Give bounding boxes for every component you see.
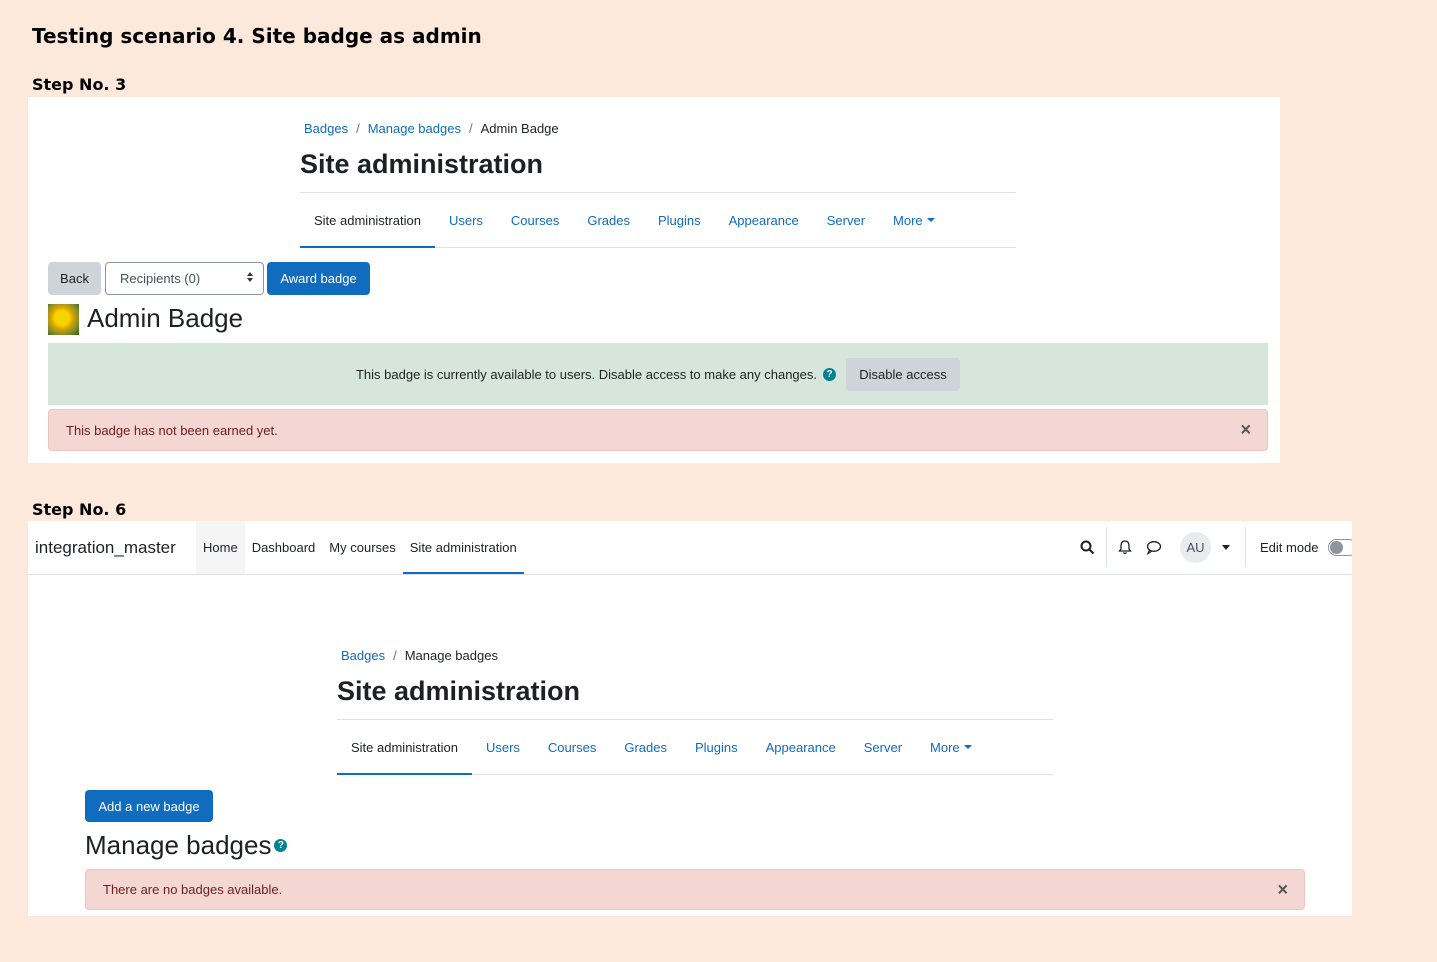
back-button[interactable]: Back (48, 262, 101, 295)
document-title: Testing scenario 4. Site badge as admin (32, 24, 482, 48)
select-arrows-icon (247, 272, 253, 282)
step-6-screenshot: integration_master Home Dashboard My cou… (28, 521, 1352, 916)
manage-badges-title: Manage badges ? (85, 830, 288, 861)
page-title: Site administration (300, 149, 544, 179)
breadcrumb-separator: / (356, 121, 360, 136)
nav-dashboard[interactable]: Dashboard (245, 521, 323, 574)
step-3-label: Step No. 3 (32, 75, 127, 94)
availability-alert: This badge is currently available to use… (48, 343, 1268, 405)
navbar-divider (1106, 527, 1107, 567)
secondary-navigation: Site administration Users Courses Grades… (337, 719, 1053, 775)
nav-home[interactable]: Home (196, 521, 245, 574)
tab-grades[interactable]: Grades (573, 193, 644, 247)
chevron-down-icon (963, 745, 972, 749)
tab-users[interactable]: Users (472, 720, 534, 774)
tab-server[interactable]: Server (850, 720, 916, 774)
edit-mode-toggle[interactable] (1328, 539, 1352, 556)
tab-plugins[interactable]: Plugins (644, 193, 715, 247)
tab-more-label: More (893, 212, 923, 228)
no-badges-text: There are no badges available. (103, 882, 283, 897)
breadcrumb-admin-badge: Admin Badge (480, 121, 559, 136)
chevron-down-icon (926, 218, 935, 222)
tab-courses[interactable]: Courses (497, 193, 573, 247)
page-title: Site administration (337, 676, 581, 706)
recipients-select-value: Recipients (0) (120, 271, 201, 286)
not-earned-text: This badge has not been earned yet. (66, 422, 278, 438)
nav-my-courses[interactable]: My courses (322, 521, 402, 574)
breadcrumb-separator: / (393, 648, 397, 663)
add-new-badge-button[interactable]: Add a new badge (85, 790, 213, 822)
tab-server[interactable]: Server (813, 193, 879, 247)
tab-site-administration[interactable]: Site administration (337, 720, 472, 775)
recipients-select[interactable]: Recipients (0) (105, 262, 264, 295)
badge-image (48, 304, 79, 335)
search-icon[interactable] (1080, 540, 1095, 555)
badge-name: Admin Badge (87, 303, 244, 333)
edit-mode-label: Edit mode (1260, 540, 1319, 555)
secondary-navigation: Site administration Users Courses Grades… (300, 192, 1016, 248)
breadcrumb-badges[interactable]: Badges (341, 648, 385, 663)
breadcrumb-manage-badges[interactable]: Manage badges (368, 121, 461, 136)
tab-appearance[interactable]: Appearance (752, 720, 850, 774)
close-icon[interactable]: × (1240, 420, 1251, 441)
avatar[interactable]: AU (1180, 532, 1211, 563)
award-badge-button[interactable]: Award badge (267, 262, 370, 295)
top-navbar: integration_master Home Dashboard My cou… (28, 521, 1352, 575)
breadcrumb: Badges / Manage badges / Admin Badge (304, 121, 559, 136)
not-earned-alert: This badge has not been earned yet. × (48, 409, 1268, 451)
tab-users[interactable]: Users (435, 193, 497, 247)
tab-plugins[interactable]: Plugins (681, 720, 752, 774)
help-icon[interactable]: ? (823, 367, 836, 381)
message-icon[interactable] (1146, 540, 1162, 555)
availability-text: This badge is currently available to use… (355, 366, 817, 382)
bell-icon[interactable] (1118, 539, 1132, 555)
tab-more-label: More (930, 739, 960, 755)
chevron-down-icon[interactable] (1222, 545, 1230, 550)
tab-site-administration[interactable]: Site administration (300, 193, 435, 248)
manage-badges-title-text: Manage badges (85, 830, 272, 860)
navbar-divider (1245, 527, 1246, 567)
tab-grades[interactable]: Grades (610, 720, 681, 774)
tab-courses[interactable]: Courses (534, 720, 610, 774)
tab-more[interactable]: More (916, 720, 986, 774)
breadcrumb-badges[interactable]: Badges (304, 121, 348, 136)
step-6-label: Step No. 6 (32, 500, 127, 519)
tab-appearance[interactable]: Appearance (715, 193, 813, 247)
site-name[interactable]: integration_master (35, 538, 176, 558)
step-3-screenshot: Badges / Manage badges / Admin Badge Sit… (28, 97, 1280, 463)
no-badges-alert: There are no badges available. × (85, 869, 1305, 910)
breadcrumb-manage-badges: Manage badges (404, 648, 498, 663)
close-icon[interactable]: × (1277, 879, 1288, 900)
tab-more[interactable]: More (879, 193, 949, 247)
breadcrumb: Badges / Manage badges (341, 648, 498, 663)
help-icon[interactable]: ? (274, 839, 288, 852)
disable-access-button[interactable]: Disable access (846, 357, 960, 391)
primary-navigation: Home Dashboard My courses Site administr… (196, 521, 524, 574)
breadcrumb-separator: / (468, 121, 473, 136)
nav-site-administration[interactable]: Site administration (402, 521, 524, 574)
